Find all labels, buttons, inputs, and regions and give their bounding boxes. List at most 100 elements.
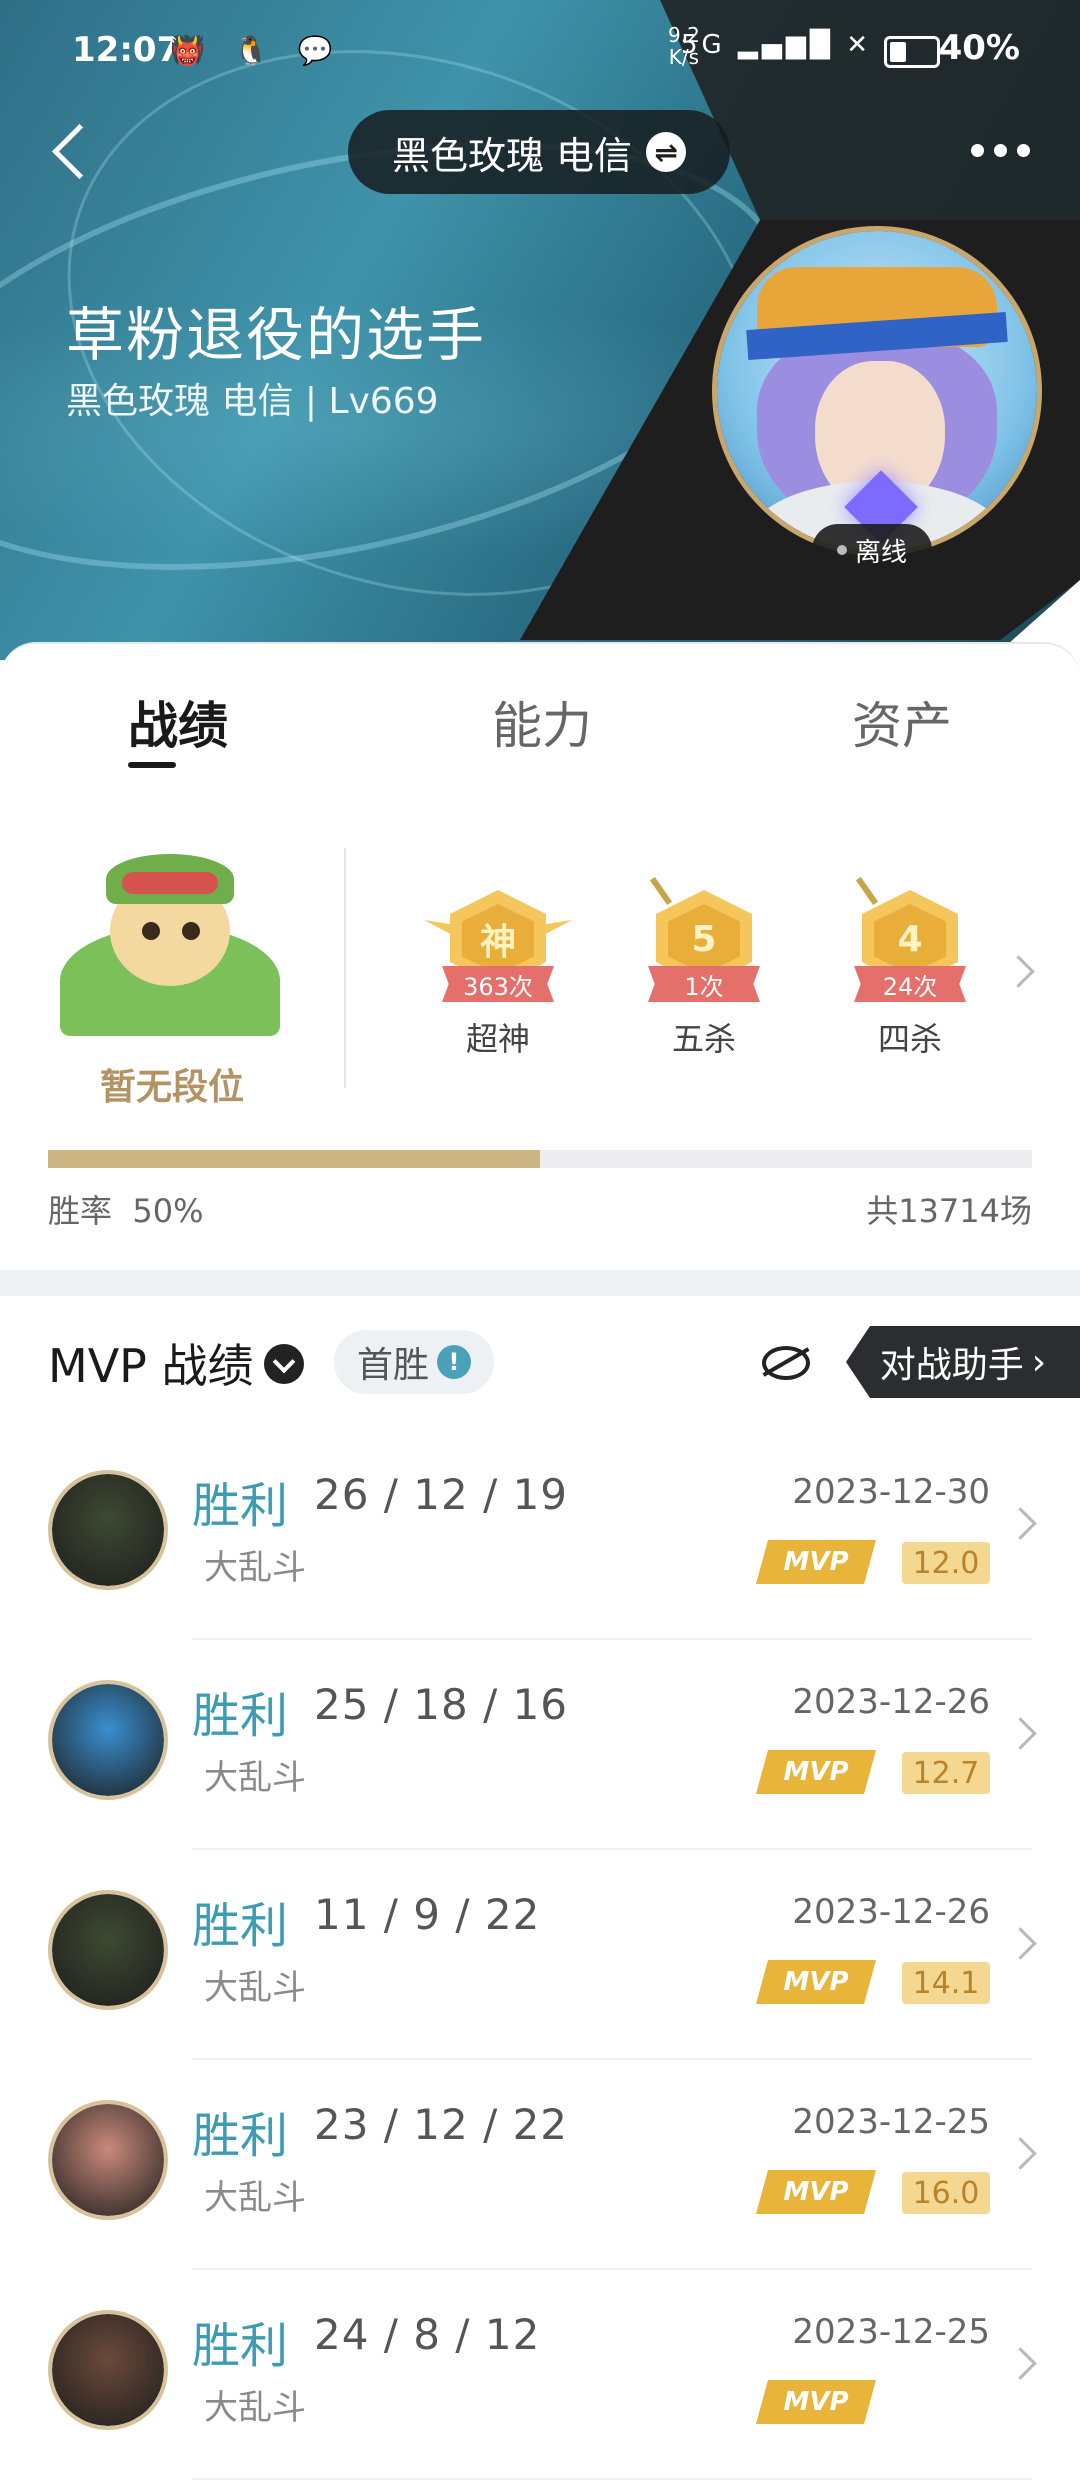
match-mode: 大乱斗 [204,1968,306,2008]
medal-count: 24次 [854,966,966,1002]
win-rate: 胜率 50% [48,1186,203,1232]
medal-count: 1次 [648,966,760,1002]
match-mode: 大乱斗 [204,2178,306,2218]
chevron-right-icon[interactable] [1002,955,1035,988]
medal-name: 四杀 [877,1020,942,1058]
mvp-badge: MVP [756,1960,876,2004]
battery-percent: 40% [938,28,1020,68]
match-date: 2023-12-25 [792,2312,990,2352]
notification-icons: 👹 🐧 💬 [170,34,343,67]
match-result: 胜利 [192,2318,289,2374]
hero-portrait [52,1894,164,2006]
chevron-right-icon [1004,2137,1037,2170]
match-kda: 26 / 12 / 19 [314,1470,569,1519]
rank-emblem [60,836,280,1036]
mvp-filter-title[interactable]: MVP 战绩 [48,1330,254,1396]
tab-underline [128,762,176,768]
more-icon[interactable] [960,120,1040,180]
tab-assets[interactable]: 资产 [852,686,952,758]
match-score: 16.0 [902,2172,990,2214]
match-date: 2023-12-26 [792,1682,990,1722]
status-badge: 离线 [812,524,932,576]
match-score: 14.1 [902,1962,990,2004]
info-icon: ! [437,1345,471,1379]
tab-record[interactable]: 战绩 [128,686,228,758]
rank-emblem-eye [142,922,160,940]
medal-count: 363次 [442,966,554,1002]
chevron-right-icon [1004,1507,1037,1540]
match-score: 12.0 [902,1542,990,1584]
match-kda: 23 / 12 / 22 [314,2100,569,2149]
match-kda: 25 / 18 / 16 [314,1680,569,1729]
match-mode: 大乱斗 [204,1548,306,1588]
total-games: 共13714场 [866,1192,1032,1230]
chevron-right-icon [1004,1717,1037,1750]
chevron-right-icon: › [1031,1341,1047,1383]
mvp-badge: MVP [756,2380,876,2424]
server-switch-button[interactable]: 黑色玫瑰 电信 ⇌ [348,110,730,194]
match-kda: 11 / 9 / 22 [314,1890,541,1939]
win-rate-value: 50% [132,1192,204,1230]
battle-assistant-button[interactable]: 对战助手 › [846,1326,1080,1398]
hero-avatar [48,1470,168,1590]
rank-label: 暂无段位 [100,1067,245,1108]
match-result: 胜利 [192,2108,289,2164]
status-text: 离线 [854,537,907,568]
match-score: 12.7 [902,1752,990,1794]
battle-assistant-label: 对战助手 [879,1345,1024,1386]
mvp-badge: MVP [756,1750,876,1794]
eye-off-icon[interactable] [762,1346,810,1380]
status-bar: 12:07 👹 🐧 💬 9.2 K/s 5G ▂▄▆█ ✕ 40% [0,0,1080,100]
chevron-right-icon [1004,1927,1037,1960]
hero-portrait [52,1474,164,1586]
chevron-down-icon[interactable] [264,1344,304,1384]
chevron-right-icon [1004,2347,1037,2380]
hero-avatar [48,1680,168,1800]
medal-godlike[interactable]: 神 363次 超神 [424,890,572,1070]
first-win-chip[interactable]: 首胜 ! [334,1330,494,1394]
match-row[interactable]: 胜利 24 / 8 / 12 大乱斗 2023-12-25 MVP [0,2270,1080,2480]
tab-ability[interactable]: 能力 [492,686,592,758]
match-date: 2023-12-30 [792,1472,990,1512]
rank-section: 暂无段位 神 363次 超神 5 1次 五杀 4 24次 四杀 胜率 50% 共… [0,800,1080,1270]
hero-avatar [48,2100,168,2220]
match-mode: 大乱斗 [204,1758,306,1798]
sword-icon [649,876,673,906]
back-icon[interactable] [42,118,92,188]
rank-emblem-eye [182,922,200,940]
match-result: 胜利 [192,1898,289,1954]
player-nickname: 草粉退役的选手 [66,301,487,369]
match-row[interactable]: 胜利 23 / 12 / 22 大乱斗 2023-12-25 MVP 16.0 [0,2060,1080,2270]
tab-bar: 战绩 能力 资产 [0,642,1080,804]
mvp-badge: MVP [756,1540,876,1584]
sword-icon [855,876,879,906]
status-time: 12:07 [72,30,181,70]
medal-name: 五杀 [671,1020,736,1058]
win-rate-label: 胜率 [48,1192,113,1230]
mvp-badge: MVP [756,2170,876,2214]
server-name: 黑色玫瑰 电信 [391,133,633,178]
match-result: 胜利 [192,1688,289,1744]
swap-icon: ⇌ [646,132,687,172]
match-date: 2023-12-25 [792,2102,990,2142]
medal-quadrakill[interactable]: 4 24次 四杀 [840,876,980,1070]
match-kda: 24 / 8 / 12 [314,2310,541,2359]
match-result: 胜利 [192,1478,289,1534]
status-dot-icon [836,545,847,555]
win-rate-bar [48,1150,1032,1168]
signal-icon: 5G ▂▄▆█ ✕ [681,30,872,60]
divider [344,848,346,1088]
avatar[interactable] [712,226,1042,556]
player-server-level: 黑色玫瑰 电信 | Lv669 [66,381,439,422]
match-mode: 大乱斗 [204,2388,306,2428]
rank-emblem-goggle [122,872,218,894]
medal-name: 超神 [465,1020,530,1058]
section-separator [0,1270,1080,1296]
match-row[interactable]: 胜利 26 / 12 / 19 大乱斗 2023-12-30 MVP 12.0 [0,1430,1080,1640]
hero-portrait [52,2314,164,2426]
match-row[interactable]: 胜利 11 / 9 / 22 大乱斗 2023-12-26 MVP 14.1 [0,1850,1080,2060]
profile-header: 12:07 👹 🐧 💬 9.2 K/s 5G ▂▄▆█ ✕ 40% 黑色玫瑰 电… [0,0,1080,660]
match-row[interactable]: 胜利 25 / 18 / 16 大乱斗 2023-12-26 MVP 12.7 [0,1640,1080,1850]
hero-avatar [48,1890,168,2010]
medal-pentakill[interactable]: 5 1次 五杀 [634,876,774,1070]
